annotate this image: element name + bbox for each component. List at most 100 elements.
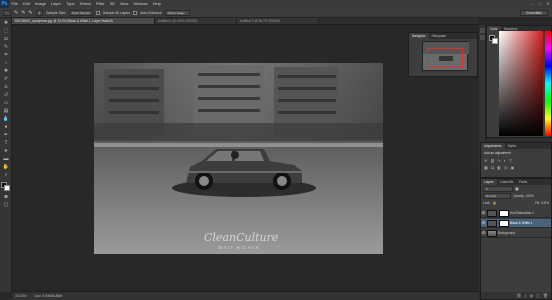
tab-layers[interactable]: Layers: [481, 179, 497, 185]
mask-icon[interactable]: ◍: [530, 293, 534, 298]
black-white-icon[interactable]: ◧: [497, 165, 501, 170]
layers-list: 👁 Hue/Saturation 1 👁 Black & White 1 👁 B…: [481, 209, 551, 289]
document-photo[interactable]: CleanCulture MATT WILSON: [94, 63, 383, 254]
add-selection-icon[interactable]: ✎: [21, 10, 25, 16]
gradient-tool-icon[interactable]: ▤: [2, 108, 10, 115]
pen-tool-icon[interactable]: ✒: [2, 132, 10, 139]
channel-mixer-icon[interactable]: ◉: [511, 165, 515, 170]
menu-select[interactable]: Select: [77, 0, 93, 8]
menu-window[interactable]: Window: [131, 0, 150, 8]
type-tool-icon[interactable]: T: [2, 140, 10, 147]
vibrance-icon[interactable]: ▽: [509, 158, 512, 163]
menu-image[interactable]: Image: [32, 0, 48, 8]
screen-mode-icon[interactable]: ▢: [2, 202, 10, 209]
levels-icon[interactable]: ▥: [491, 158, 495, 163]
tab-adjustments[interactable]: Adjustments: [481, 143, 505, 149]
hand-tool-icon[interactable]: ✋: [2, 164, 10, 171]
sample-size-select[interactable]: Point Sample: [69, 9, 93, 16]
new-selection-icon[interactable]: ✎: [14, 10, 18, 16]
brush-tool-icon[interactable]: ✐: [2, 76, 10, 83]
brush-size-picker[interactable]: ▾: [35, 9, 44, 16]
menu-help[interactable]: Help: [150, 0, 163, 8]
marquee-tool-icon[interactable]: ⬚: [2, 28, 10, 35]
color-field[interactable]: [499, 31, 543, 136]
maximize-button[interactable]: □: [538, 1, 542, 6]
menu-type[interactable]: Type: [64, 0, 78, 8]
lock-icon[interactable]: 🔒: [493, 201, 497, 205]
tab-styles[interactable]: Styles: [505, 143, 520, 149]
menu-layer[interactable]: Layer: [48, 0, 63, 8]
layer-row[interactable]: 👁 Hue/Saturation 1: [481, 209, 551, 218]
visibility-eye-icon[interactable]: 👁: [481, 221, 486, 225]
lasso-tool-icon[interactable]: ɷ: [2, 36, 10, 43]
layer-filter-select[interactable]: ▾: [483, 185, 513, 192]
hue-sat-icon[interactable]: ▦: [484, 165, 488, 170]
blend-mode-select[interactable]: Normal: [483, 192, 511, 199]
brightness-icon[interactable]: ☀: [484, 158, 488, 163]
zoom-level[interactable]: 33.33%: [15, 294, 27, 298]
history-brush-tool-icon[interactable]: ↺: [2, 92, 10, 99]
tab-channels[interactable]: Channels: [497, 179, 516, 185]
eyedropper-tool-icon[interactable]: ⅰ: [2, 60, 10, 67]
background-color-swatch[interactable]: [4, 185, 10, 191]
tab-navigator[interactable]: Navigator: [409, 33, 429, 39]
filter-icon[interactable]: ▣: [515, 186, 519, 191]
navigator-thumbnail[interactable]: [422, 41, 469, 71]
eraser-tool-icon[interactable]: ▭: [2, 100, 10, 107]
menu-view[interactable]: View: [117, 0, 131, 8]
sample-all-layers-checkbox[interactable]: [95, 10, 100, 15]
layer-row[interactable]: 👁 Black & White 1: [481, 219, 551, 228]
quick-select-tool-icon[interactable]: [3, 9, 11, 16]
subtract-selection-icon[interactable]: ✎: [28, 10, 32, 16]
sample-all-layers-label: Sample All Layers: [102, 10, 131, 15]
history-icon[interactable]: [480, 28, 485, 33]
menu-filter[interactable]: Filter: [93, 0, 107, 8]
layer-row[interactable]: 👁 Background: [481, 229, 551, 238]
path-select-tool-icon[interactable]: ➤: [2, 148, 10, 155]
tab-document-2[interactable]: Untitled-1 @ 100% (RGB/8): [155, 18, 237, 24]
close-button[interactable]: ✕: [546, 1, 550, 6]
sample-size-label: Sample Size:: [46, 10, 67, 15]
auto-enhance-checkbox[interactable]: [133, 10, 138, 15]
trash-icon[interactable]: 🗑: [543, 293, 548, 298]
clone-stamp-tool-icon[interactable]: ♙: [2, 84, 10, 91]
tab-paths[interactable]: Paths: [516, 179, 530, 185]
move-tool-icon[interactable]: ✥: [2, 20, 10, 27]
quick-select-tool-icon[interactable]: ✎: [2, 44, 10, 51]
menu-file[interactable]: File: [9, 0, 20, 8]
photo-image: [94, 63, 383, 254]
tab-document-1[interactable]: DSC06067_wordpress.jpg @ 33.3% (Black & …: [12, 18, 155, 24]
bg-color-chip[interactable]: [492, 38, 498, 44]
minimize-button[interactable]: –: [530, 1, 534, 6]
blur-tool-icon[interactable]: 💧: [2, 116, 10, 123]
hue-slider[interactable]: [545, 31, 551, 136]
photo-filter-icon[interactable]: ◎: [504, 165, 508, 170]
fill-field[interactable]: Fill: 100%: [535, 201, 549, 205]
opacity-field[interactable]: Opacity: 100%: [513, 194, 534, 198]
refine-edge-button[interactable]: Refine Edge...: [164, 9, 190, 16]
curves-icon[interactable]: ∿: [497, 158, 500, 163]
tab-document-3[interactable]: Untitled-2 @ 66.7% (RGB/8): [237, 18, 319, 24]
zoom-tool-icon[interactable]: ⌕: [2, 172, 10, 179]
shape-tool-icon[interactable]: ▬: [2, 156, 10, 163]
navigator-view-box[interactable]: [427, 48, 463, 68]
healing-tool-icon[interactable]: ✚: [2, 68, 10, 75]
menu-edit[interactable]: Edit: [20, 0, 32, 8]
layer-mask-thumbnail[interactable]: [499, 219, 509, 227]
visibility-eye-icon[interactable]: 👁: [481, 231, 486, 235]
exposure-icon[interactable]: ◐: [504, 158, 506, 163]
new-layer-icon[interactable]: ▢: [536, 293, 540, 298]
layer-thumbnail: [487, 229, 497, 237]
quick-mask-icon[interactable]: ◙: [2, 194, 10, 201]
dodge-tool-icon[interactable]: ●: [2, 124, 10, 131]
fx-icon[interactable]: ƒ: [524, 293, 526, 298]
workspace-switcher[interactable]: Essentials: [520, 10, 548, 16]
link-icon[interactable]: ⛓: [516, 293, 521, 298]
properties-icon[interactable]: [480, 35, 485, 40]
crop-tool-icon[interactable]: ⌗: [2, 52, 10, 59]
menu-3d[interactable]: 3D: [107, 0, 117, 8]
layer-mask-thumbnail[interactable]: [499, 209, 509, 217]
color-balance-icon[interactable]: ⚖: [491, 165, 495, 170]
visibility-eye-icon[interactable]: 👁: [481, 211, 486, 215]
tab-histogram[interactable]: Histogram: [429, 33, 450, 39]
